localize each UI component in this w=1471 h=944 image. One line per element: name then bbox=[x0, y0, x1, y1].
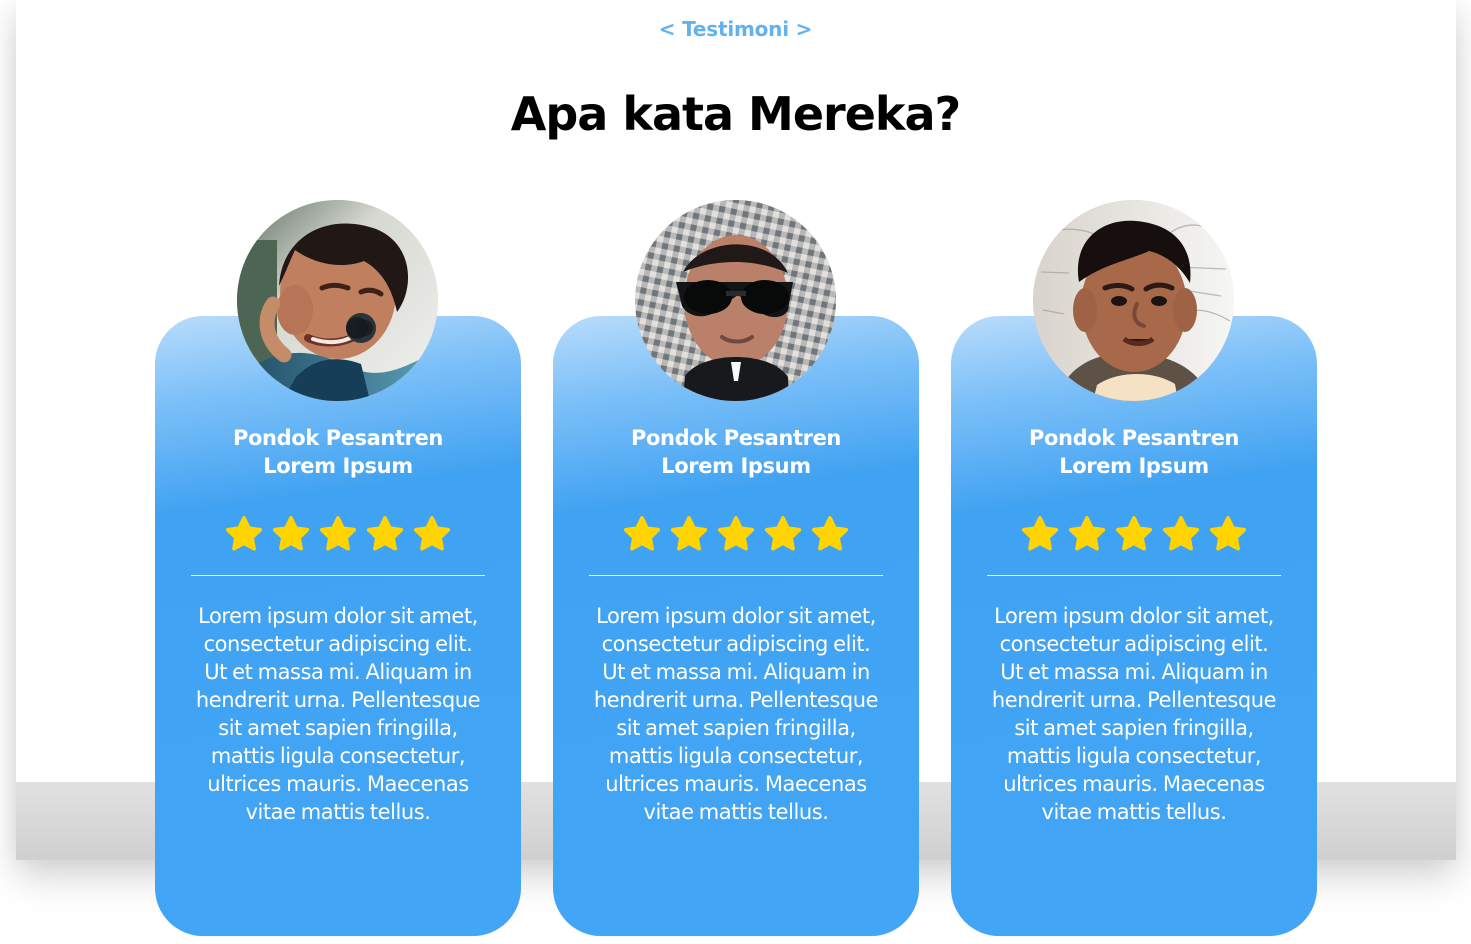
quote-line: Lorem ipsum dolor sit amet, bbox=[198, 604, 478, 628]
testimonial-card-1: Pondok Pesantren Lorem Ipsum Lorem ipsum… bbox=[155, 200, 521, 936]
quote-line: hendrerit urna. Pellentesque bbox=[593, 688, 879, 712]
card-divider bbox=[589, 575, 883, 576]
star-icon bbox=[225, 515, 263, 553]
testimonial-quote-1: Lorem ipsum dolor sit amet, consectetur … bbox=[181, 602, 495, 826]
quote-line: vitae mattis tellus. bbox=[245, 800, 431, 824]
testimonial-card-2: Pondok Pesantren Lorem Ipsum Lorem ipsum… bbox=[553, 200, 919, 936]
star-icon bbox=[623, 515, 661, 553]
star-icon bbox=[811, 515, 849, 553]
quote-line: consectetur adipiscing elit. bbox=[999, 632, 1269, 656]
rating-stars-2 bbox=[623, 512, 849, 556]
rating-stars-3 bbox=[1021, 512, 1247, 556]
testimonial-name-line-2: Lorem Ipsum bbox=[661, 454, 811, 478]
quote-line: sit amet sapien fringilla, bbox=[218, 716, 458, 740]
quote-line: vitae mattis tellus. bbox=[643, 800, 829, 824]
star-icon bbox=[1021, 515, 1059, 553]
testimonial-name-line-2: Lorem Ipsum bbox=[1059, 454, 1209, 478]
quote-line: hendrerit urna. Pellentesque bbox=[991, 688, 1277, 712]
star-icon bbox=[1209, 515, 1247, 553]
testimonial-quote-3: Lorem ipsum dolor sit amet, consectetur … bbox=[977, 602, 1291, 826]
testimonial-name-1: Pondok Pesantren Lorem Ipsum bbox=[173, 424, 503, 480]
testimonial-name-2: Pondok Pesantren Lorem Ipsum bbox=[571, 424, 901, 480]
star-icon bbox=[1115, 515, 1153, 553]
testimonial-quote-2: Lorem ipsum dolor sit amet, consectetur … bbox=[579, 602, 893, 826]
star-icon bbox=[319, 515, 357, 553]
testimonial-avatar-2 bbox=[635, 200, 836, 401]
quote-line: mattis ligula consectetur, bbox=[608, 744, 864, 768]
quote-line: consectetur adipiscing elit. bbox=[601, 632, 871, 656]
quote-line: ultrices mauris. Maecenas bbox=[207, 772, 469, 796]
quote-line: mattis ligula consectetur, bbox=[210, 744, 466, 768]
student-avatar-image-2 bbox=[635, 200, 836, 401]
card-divider bbox=[191, 575, 485, 576]
testimonial-name-line-1: Pondok Pesantren bbox=[631, 426, 841, 450]
testimonial-avatar-1 bbox=[237, 200, 438, 401]
quote-line: consectetur adipiscing elit. bbox=[203, 632, 473, 656]
star-icon bbox=[717, 515, 755, 553]
quote-line: Ut et massa mi. Aliquam in bbox=[602, 660, 870, 684]
quote-line: vitae mattis tellus. bbox=[1041, 800, 1227, 824]
quote-line: sit amet sapien fringilla, bbox=[1014, 716, 1254, 740]
testimonial-card-3: Pondok Pesantren Lorem Ipsum Lorem ipsum… bbox=[951, 200, 1317, 936]
quote-line: hendrerit urna. Pellentesque bbox=[195, 688, 481, 712]
testimonial-name-line-2: Lorem Ipsum bbox=[263, 454, 413, 478]
star-icon bbox=[413, 515, 451, 553]
quote-line: mattis ligula consectetur, bbox=[1006, 744, 1262, 768]
star-icon bbox=[764, 515, 802, 553]
section-eyebrow: < Testimoni > bbox=[658, 17, 813, 41]
testimonial-avatar-3 bbox=[1033, 200, 1234, 401]
student-avatar-image-3 bbox=[1033, 200, 1234, 401]
star-icon bbox=[1162, 515, 1200, 553]
student-avatar-image-1 bbox=[237, 200, 438, 401]
star-icon bbox=[670, 515, 708, 553]
quote-line: Lorem ipsum dolor sit amet, bbox=[596, 604, 876, 628]
quote-line: ultrices mauris. Maecenas bbox=[1003, 772, 1265, 796]
star-icon bbox=[1068, 515, 1106, 553]
card-divider bbox=[987, 575, 1281, 576]
testimonial-name-line-1: Pondok Pesantren bbox=[233, 426, 443, 450]
testimonial-page: < Testimoni > Apa kata Mereka? Pondok Pe… bbox=[0, 0, 1471, 944]
rating-stars-1 bbox=[225, 512, 451, 556]
testimonial-name-line-1: Pondok Pesantren bbox=[1029, 426, 1239, 450]
quote-line: sit amet sapien fringilla, bbox=[616, 716, 856, 740]
quote-line: Lorem ipsum dolor sit amet, bbox=[994, 604, 1274, 628]
star-icon bbox=[272, 515, 310, 553]
quote-line: ultrices mauris. Maecenas bbox=[605, 772, 867, 796]
quote-line: Ut et massa mi. Aliquam in bbox=[1000, 660, 1268, 684]
quote-line: Ut et massa mi. Aliquam in bbox=[204, 660, 472, 684]
section-title: Apa kata Mereka? bbox=[510, 87, 961, 141]
testimonial-name-3: Pondok Pesantren Lorem Ipsum bbox=[969, 424, 1299, 480]
star-icon bbox=[366, 515, 404, 553]
